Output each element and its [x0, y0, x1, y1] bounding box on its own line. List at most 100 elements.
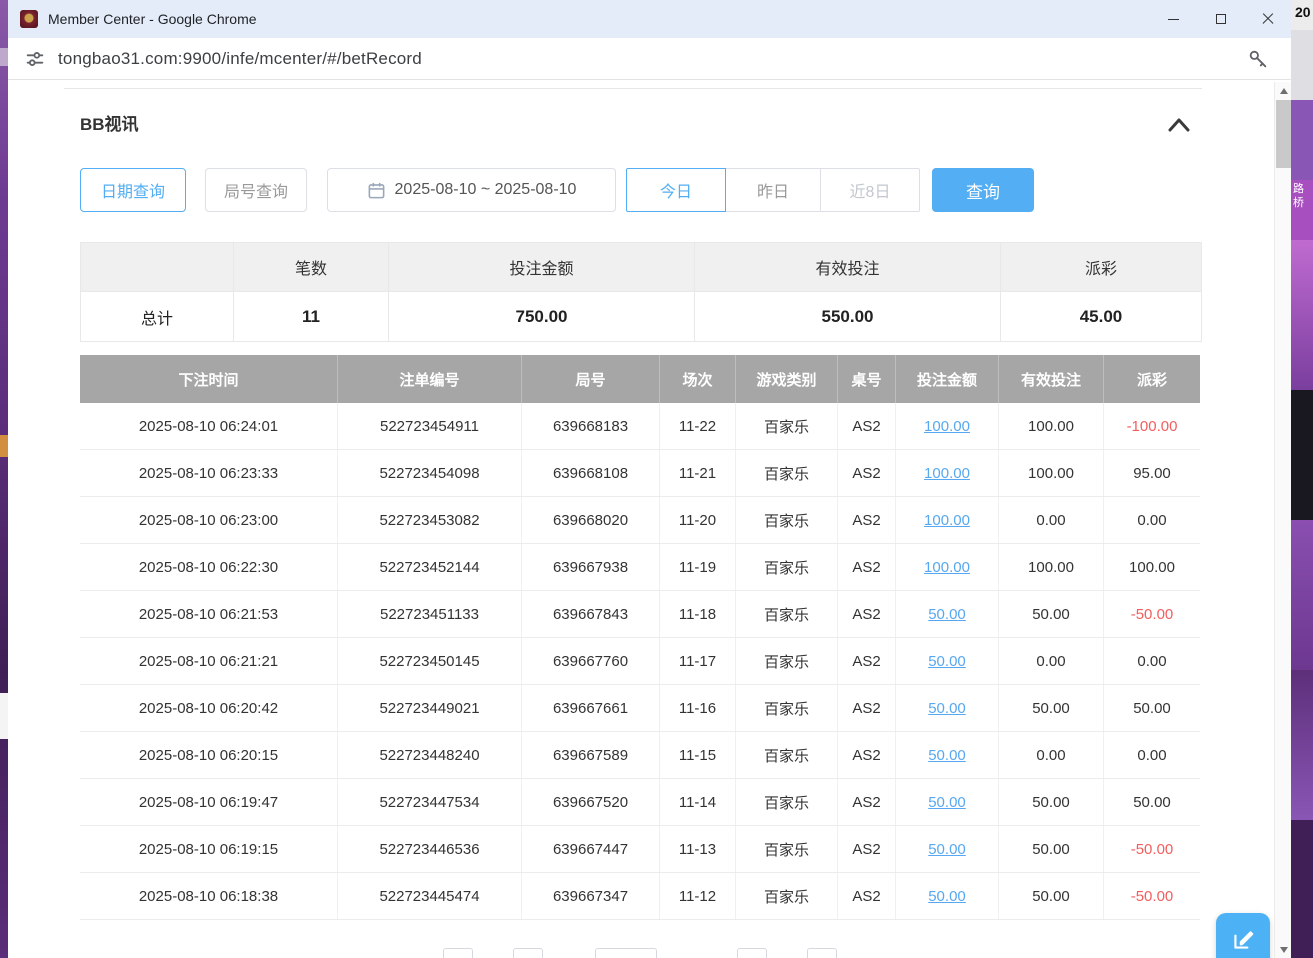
close-button[interactable] [1244, 0, 1291, 38]
table-cell: -50.00 [1104, 591, 1200, 637]
table-header-cell: 注单编号 [338, 355, 522, 403]
table-header-cell: 游戏类别 [736, 355, 838, 403]
section-title: BB视讯 [80, 110, 139, 135]
bet-amount-link[interactable]: 100.00 [896, 497, 999, 543]
table-header-cell: 下注时间 [80, 355, 338, 403]
table-cell: 522723450145 [338, 638, 522, 684]
table-cell: 2025-08-10 06:22:30 [80, 544, 338, 590]
table-row: 2025-08-10 06:21:21522723450145639667760… [80, 638, 1200, 685]
table-cell: 95.00 [1104, 450, 1200, 496]
table-cell: 2025-08-10 06:19:47 [80, 779, 338, 825]
table-cell: 2025-08-10 06:21:53 [80, 591, 338, 637]
summary-total-row: 总计 11 750.00 550.00 45.00 [81, 292, 1201, 341]
table-cell: 639667661 [522, 685, 660, 731]
password-key-icon[interactable] [1247, 48, 1269, 70]
bet-amount-link[interactable]: 50.00 [896, 638, 999, 684]
browser-window: Member Center - Google Chrome tongbao31.… [8, 0, 1291, 958]
table-cell: 639668108 [522, 450, 660, 496]
scroll-down-arrow[interactable] [1275, 941, 1292, 958]
collapse-chevron-up-icon[interactable] [1164, 114, 1194, 136]
summary-header-cell: 投注金额 [389, 243, 695, 291]
table-cell: 百家乐 [736, 544, 838, 590]
table-header-cell: 场次 [660, 355, 736, 403]
bet-amount-link[interactable]: 50.00 [896, 779, 999, 825]
desktop-fragment [1291, 100, 1313, 180]
table-cell: AS2 [838, 873, 896, 919]
table-cell: 639667938 [522, 544, 660, 590]
bet-amount-link[interactable]: 50.00 [896, 591, 999, 637]
table-cell: 0.00 [1104, 732, 1200, 778]
table-row: 2025-08-10 06:20:42522723449021639667661… [80, 685, 1200, 732]
table-cell: 50.00 [999, 685, 1104, 731]
desktop-qr-fragment [0, 693, 8, 739]
desktop-fragment [1291, 240, 1313, 390]
url-text[interactable]: tongbao31.com:9900/infe/mcenter/#/betRec… [58, 49, 422, 69]
table-cell: 50.00 [1104, 779, 1200, 825]
table-cell: 百家乐 [736, 685, 838, 731]
table-cell: 0.00 [999, 732, 1104, 778]
minimize-button[interactable] [1150, 0, 1197, 38]
round-query-button[interactable]: 局号查询 [205, 168, 307, 212]
desktop-fragment [1291, 390, 1313, 520]
search-button[interactable]: 查询 [932, 168, 1034, 212]
table-cell: 2025-08-10 06:20:42 [80, 685, 338, 731]
table-cell: 2025-08-10 06:20:15 [80, 732, 338, 778]
scrollbar-thumb[interactable] [1276, 100, 1291, 168]
table-cell: AS2 [838, 403, 896, 449]
scroll-up-arrow[interactable] [1275, 82, 1292, 99]
table-cell: 百家乐 [736, 591, 838, 637]
date-range-input[interactable]: 2025-08-10 ~ 2025-08-10 [327, 168, 616, 212]
table-cell: 50.00 [999, 873, 1104, 919]
table-cell: 0.00 [1104, 497, 1200, 543]
bet-amount-link[interactable]: 50.00 [896, 873, 999, 919]
table-cell: 100.00 [999, 450, 1104, 496]
desktop-clock-fragment: 20 [1291, 0, 1313, 30]
page-content: BB视讯 日期查询 局号查询 2025-08-10 ~ 2025-08-10 [8, 80, 1274, 958]
calendar-icon [367, 181, 386, 200]
tune-icon[interactable] [24, 48, 46, 70]
table-cell: 522723445474 [338, 873, 522, 919]
pagination-button[interactable] [807, 948, 837, 958]
bet-amount-link[interactable]: 50.00 [896, 732, 999, 778]
yesterday-button[interactable]: 昨日 [725, 168, 821, 212]
table-row: 2025-08-10 06:24:01522723454911639668183… [80, 403, 1200, 450]
summary-header-cell: 有效投注 [695, 243, 1001, 291]
table-row: 2025-08-10 06:21:53522723451133639667843… [80, 591, 1200, 638]
table-cell: 100.00 [999, 544, 1104, 590]
bet-amount-link[interactable]: 50.00 [896, 826, 999, 872]
desktop-fragment [1291, 670, 1313, 820]
bet-amount-link[interactable]: 100.00 [896, 403, 999, 449]
table-cell: 639668020 [522, 497, 660, 543]
table-cell: 522723447534 [338, 779, 522, 825]
date-query-button[interactable]: 日期查询 [80, 168, 186, 212]
table-cell: 2025-08-10 06:19:15 [80, 826, 338, 872]
bet-amount-link[interactable]: 100.00 [896, 450, 999, 496]
bet-amount-link[interactable]: 50.00 [896, 685, 999, 731]
maximize-button[interactable] [1197, 0, 1244, 38]
bet-amount-link[interactable]: 100.00 [896, 544, 999, 590]
pagination-button[interactable] [513, 948, 543, 958]
table-cell: 百家乐 [736, 779, 838, 825]
table-cell: -50.00 [1104, 873, 1200, 919]
pagination-page-select[interactable] [595, 948, 657, 958]
pagination-button[interactable] [737, 948, 767, 958]
table-cell: AS2 [838, 826, 896, 872]
today-button[interactable]: 今日 [626, 168, 726, 212]
table-header-cell: 派彩 [1104, 355, 1200, 403]
pagination-button[interactable] [443, 948, 473, 958]
edit-fab-button[interactable] [1216, 913, 1270, 958]
desktop-text-fragment: 路桥 [1291, 180, 1313, 240]
title-bar: Member Center - Google Chrome [8, 0, 1291, 38]
table-cell: AS2 [838, 638, 896, 684]
window-title: Member Center - Google Chrome [48, 11, 257, 27]
scrollbar[interactable] [1274, 82, 1291, 958]
table-cell: 0.00 [999, 638, 1104, 684]
table-cell: 11-20 [660, 497, 736, 543]
table-cell: 639667760 [522, 638, 660, 684]
last-8-days-button[interactable]: 近8日 [820, 168, 920, 212]
summary-table: 笔数 投注金额 有效投注 派彩 总计 11 750.00 550.00 45.0… [80, 242, 1202, 342]
table-header-cell: 投注金额 [896, 355, 999, 403]
table-cell: 100.00 [1104, 544, 1200, 590]
table-cell: 百家乐 [736, 638, 838, 684]
table-cell: 11-12 [660, 873, 736, 919]
